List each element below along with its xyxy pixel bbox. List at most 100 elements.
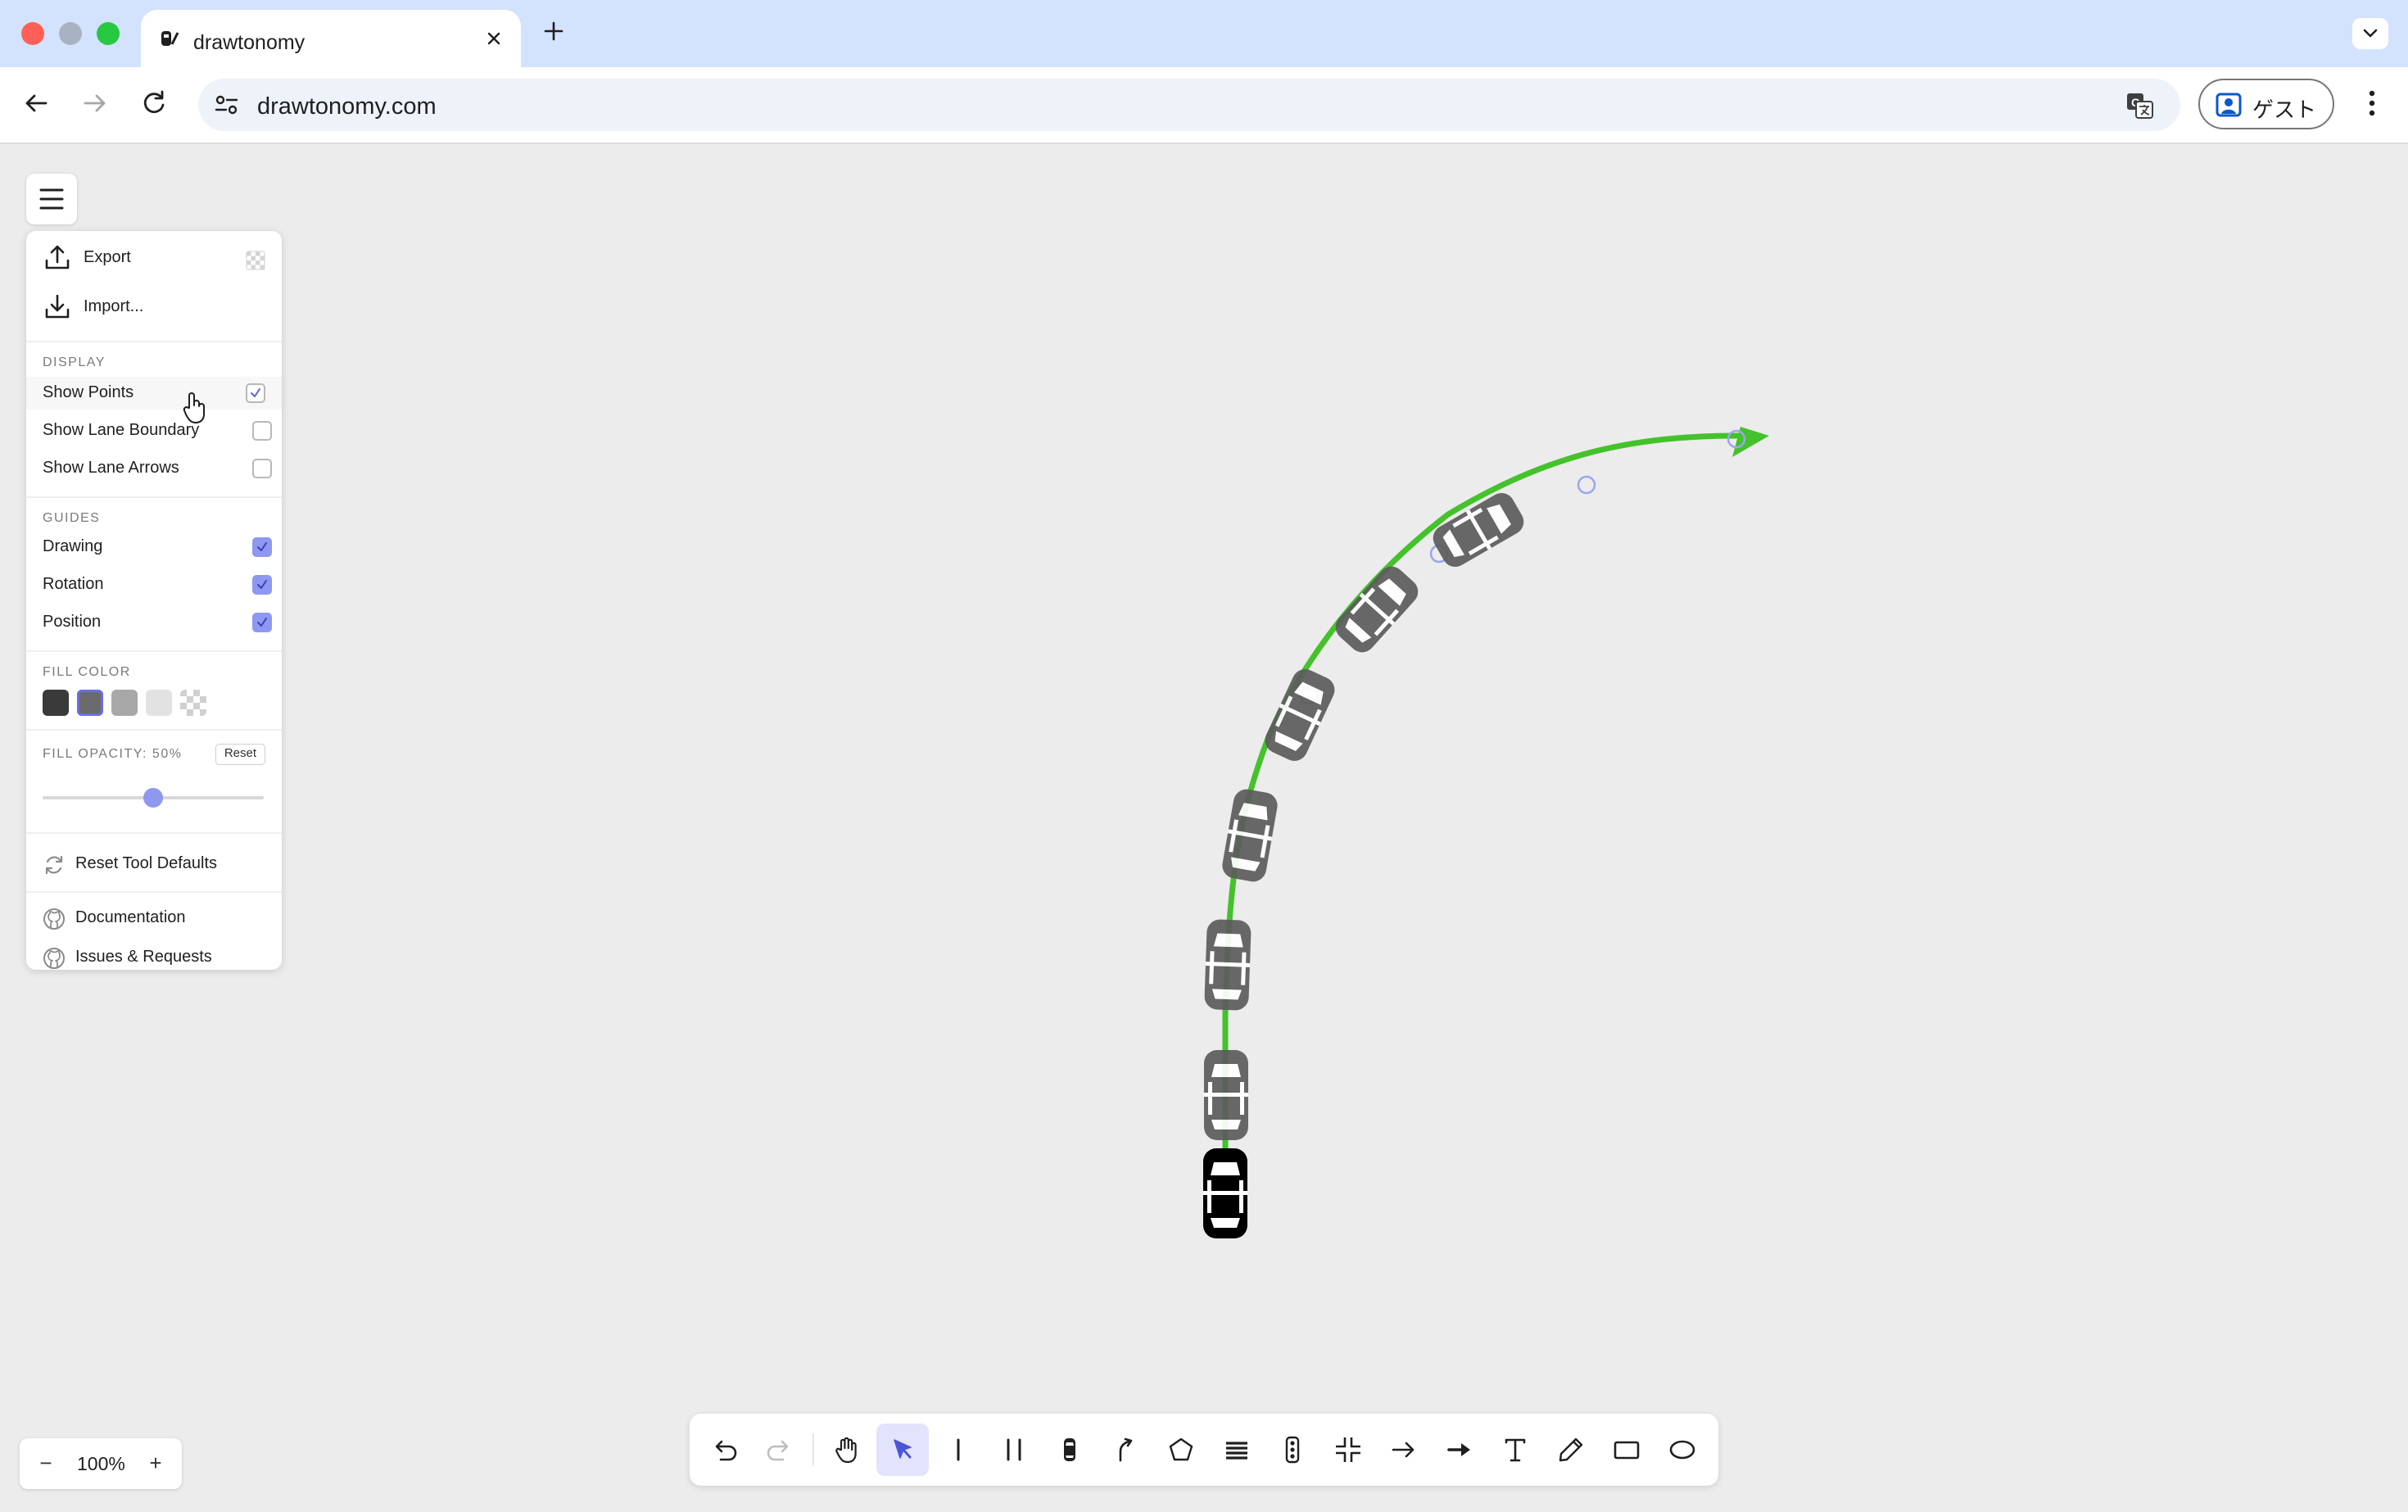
vehicle-ghost[interactable] [1204,919,1252,1011]
guide-drawing-label: Drawing [43,537,103,555]
back-arrow-icon[interactable] [18,85,54,121]
chevron-down-icon [2363,29,2378,38]
main-menu-panel: Export Import... DISPLAY Show Points Sho… [26,231,282,970]
address-bar[interactable]: drawtonomy.com G [198,79,2180,131]
guide-drawing-row[interactable]: Drawing [43,531,272,564]
maximize-window-button[interactable] [97,22,120,45]
crosswalk-tool-button[interactable] [1211,1424,1263,1476]
show-lane-arrows-row[interactable]: Show Lane Arrows [43,452,272,485]
fill-opacity-reset-button[interactable]: Reset [215,744,265,765]
polygon-tool-button[interactable] [1155,1424,1207,1476]
vehicle-ghost[interactable] [1261,664,1339,766]
upload-icon [45,245,70,269]
check-icon [257,580,267,589]
show-points-checkbox[interactable] [246,383,265,403]
new-tab-icon[interactable] [541,18,567,44]
menu-divider [26,496,282,498]
vehicle-ghost[interactable] [1428,488,1529,572]
browser-tab[interactable]: drawtonomy [141,10,521,67]
thin-arrow-icon [1392,1442,1414,1458]
translate-icon[interactable]: G [2125,90,2156,121]
check-icon [257,542,267,551]
menu-divider [26,729,282,731]
fill-swatch-dark[interactable] [43,690,69,716]
reset-tool-defaults-item[interactable]: Reset Tool Defaults [26,849,282,881]
fill-color-swatches [43,690,272,718]
pencil-tool-button[interactable] [1545,1424,1597,1476]
show-lane-boundary-checkbox[interactable] [252,421,272,441]
guide-drawing-checkbox[interactable] [252,537,272,557]
check-icon [257,618,267,627]
ellipse-tool-button[interactable] [1656,1424,1709,1476]
text-tool-button[interactable] [1489,1424,1541,1476]
close-window-button[interactable] [21,22,44,45]
redo-button[interactable] [754,1424,806,1476]
tab-search-button[interactable] [2352,18,2388,49]
profile-button[interactable]: ゲスト [2198,79,2334,129]
documentation-link[interactable]: Documentation [26,903,282,935]
undo-button[interactable] [698,1424,750,1476]
vehicle-ghost[interactable] [1220,787,1280,884]
traffic-light-icon [1285,1436,1300,1464]
undo-icon [715,1440,737,1461]
traffic-light-tool-button[interactable] [1266,1424,1319,1476]
path-tool-button[interactable] [1099,1424,1152,1476]
vehicle-selected[interactable] [1203,1148,1247,1238]
check-icon [251,388,260,397]
guide-rotation-row[interactable]: Rotation [43,568,272,601]
thick-arrow-icon [1447,1443,1470,1456]
import-menu-item[interactable]: Import... [26,292,282,324]
show-lane-arrows-label: Show Lane Arrows [43,459,179,477]
hamburger-icon [39,188,64,210]
reset-tool-defaults-label: Reset Tool Defaults [75,854,218,872]
intersection-tool-button[interactable] [1322,1424,1374,1476]
close-tab-icon[interactable] [482,26,506,51]
documentation-label: Documentation [75,908,186,926]
site-settings-icon[interactable] [213,92,241,118]
vehicle-ghost[interactable] [1204,1050,1248,1140]
thin-arrow-tool-button[interactable] [1378,1424,1430,1476]
lane-tool-button[interactable] [932,1424,984,1476]
menu-divider [26,891,282,893]
guide-position-checkbox[interactable] [252,613,272,632]
show-points-row[interactable]: Show Points [26,377,282,410]
show-lane-boundary-row[interactable]: Show Lane Boundary [43,414,272,447]
show-lane-arrows-checkbox[interactable] [252,459,272,478]
zoom-out-button[interactable]: − [33,1450,59,1476]
guides-heading: GUIDES [43,511,101,525]
fill-swatch-light[interactable] [111,690,138,716]
fill-opacity-slider-thumb[interactable] [143,788,163,808]
issues-requests-link[interactable]: Issues & Requests [26,942,282,975]
vehicle-icon [1064,1438,1075,1461]
hand-icon [835,1437,857,1464]
guide-position-row[interactable]: Position [43,606,272,639]
issues-requests-label: Issues & Requests [75,948,212,966]
path-control-point[interactable] [1577,475,1596,495]
zoom-in-button[interactable]: + [143,1450,169,1476]
download-icon [45,294,70,319]
double-lane-tool-button[interactable] [988,1424,1040,1476]
menu-divider [26,341,282,342]
thick-arrow-tool-button[interactable] [1433,1424,1486,1476]
reload-icon[interactable] [136,85,172,121]
more-menu-icon[interactable] [2357,85,2387,121]
browser-tab-bar: drawtonomy [0,0,2408,67]
rectangle-icon [1614,1441,1640,1460]
drawing-canvas[interactable] [0,144,2408,1512]
rectangle-tool-button[interactable] [1600,1424,1653,1476]
forward-arrow-icon[interactable] [77,85,113,121]
minimize-window-button[interactable] [59,22,82,45]
transparent-background-icon[interactable] [246,251,265,270]
polygon-icon [1169,1437,1193,1461]
fill-swatch-lighter[interactable] [146,690,172,716]
vehicle-tool-button[interactable] [1043,1424,1096,1476]
export-menu-item[interactable]: Export [26,242,282,275]
fill-swatch-transparent[interactable] [180,690,206,716]
main-menu-button[interactable] [26,174,77,224]
show-lane-boundary-label: Show Lane Boundary [43,421,200,439]
reset-icon [45,855,63,875]
select-tool-button[interactable] [876,1424,929,1476]
hand-tool-button[interactable] [821,1424,873,1476]
fill-swatch-medium[interactable] [77,690,103,716]
guide-rotation-checkbox[interactable] [252,575,272,595]
